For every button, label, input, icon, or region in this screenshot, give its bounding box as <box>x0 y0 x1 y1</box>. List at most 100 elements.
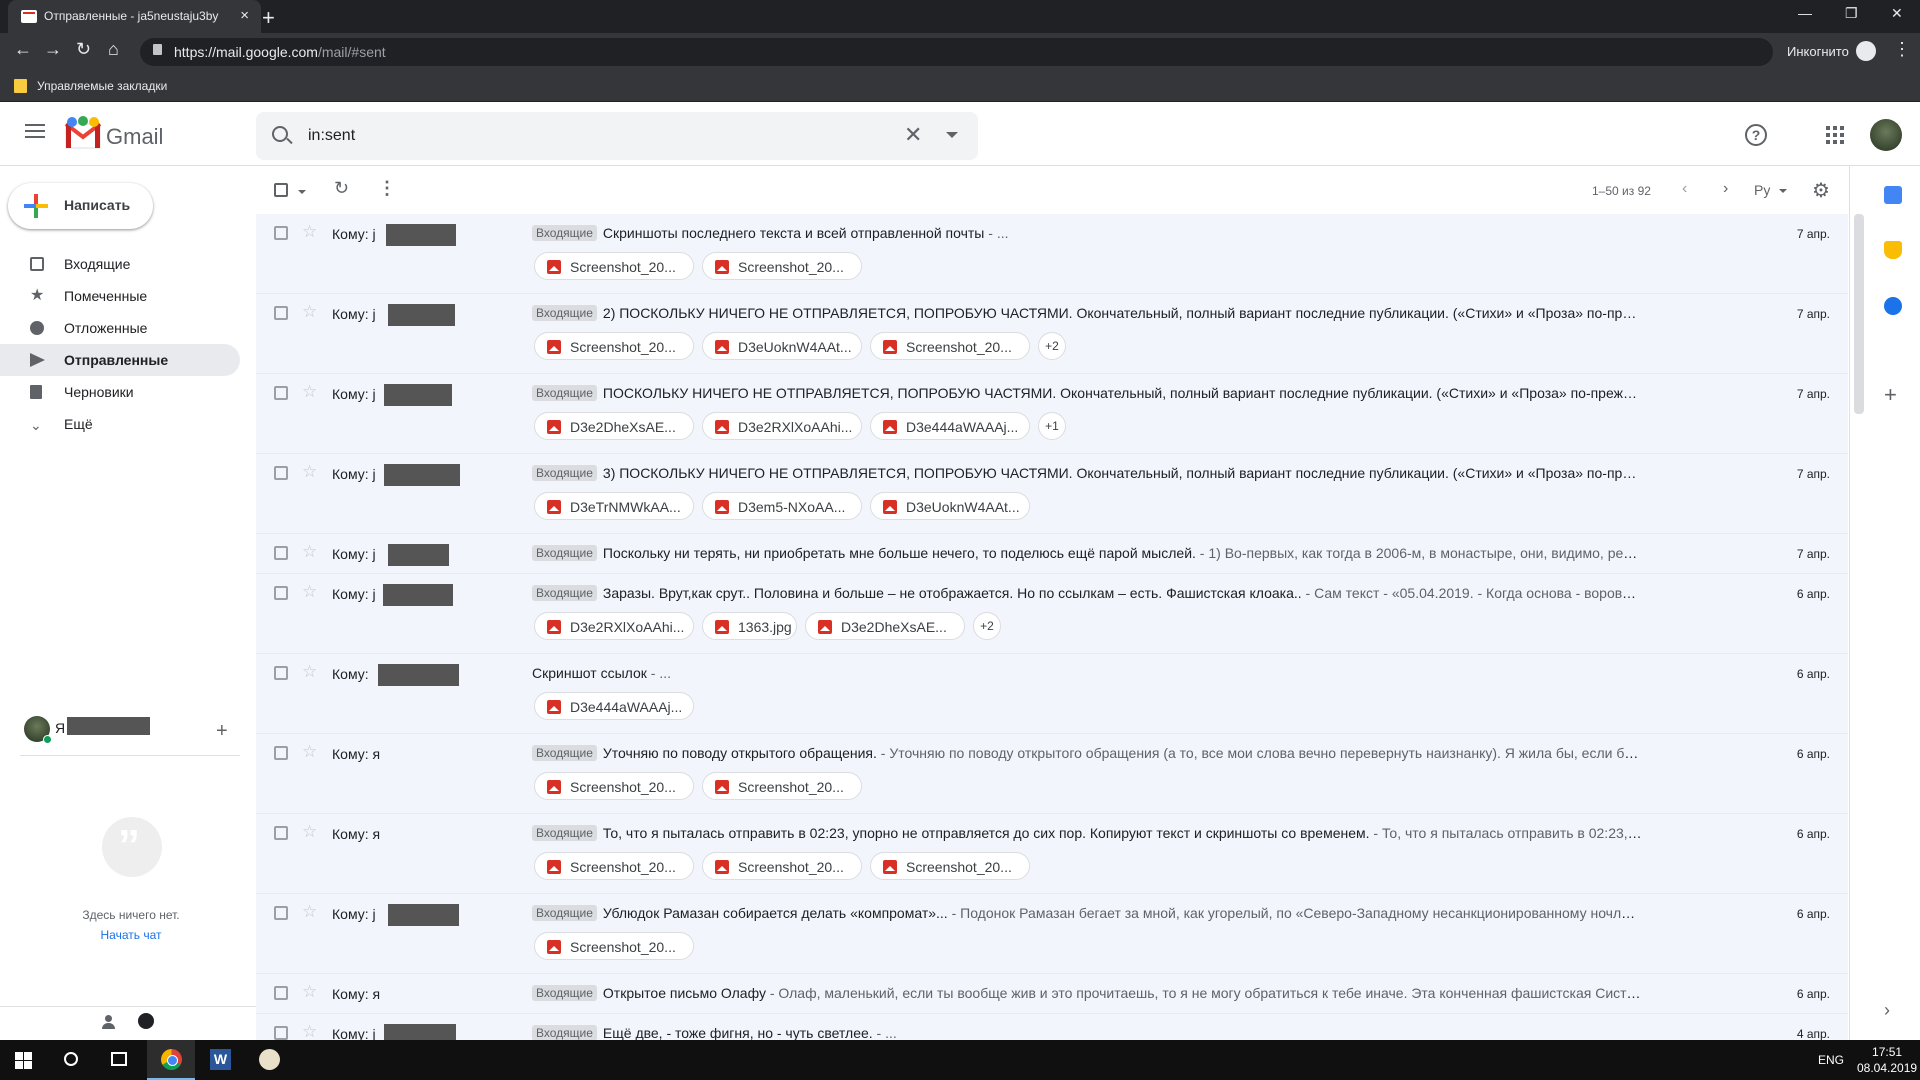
attachment-chip[interactable]: Screenshot_20... <box>870 332 1030 360</box>
search-icon[interactable] <box>272 126 288 142</box>
task-view-icon[interactable] <box>111 1052 127 1066</box>
scrollbar[interactable] <box>1854 214 1864 414</box>
message-row[interactable]: ☆ Кому: j Входящие Ублюдок Рамазан собирает… <box>256 894 1848 974</box>
message-row[interactable]: ☆ Кому: j Входящие ПОСКОЛЬКУ НИЧЕГО НЕ ОТПР… <box>256 374 1848 454</box>
attachment-chip[interactable]: D3eUoknW4AAt... <box>702 332 862 360</box>
input-language-button[interactable]: Ру <box>1754 182 1770 198</box>
message-row[interactable]: ☆ Кому: j Входящие 2) ПОСКОЛЬКУ НИЧЕГО НЕ О… <box>256 294 1848 374</box>
hangouts-chat-icon[interactable] <box>138 1013 154 1029</box>
more-attachments-chip[interactable]: +1 <box>1038 412 1066 440</box>
keyboard-language[interactable]: ENG <box>1818 1053 1844 1067</box>
sidebar-item-sent[interactable]: Отправленные <box>0 344 240 376</box>
star-icon[interactable]: ☆ <box>302 542 317 562</box>
new-tab-button[interactable]: + <box>262 5 275 31</box>
row-checkbox[interactable] <box>274 386 288 400</box>
star-icon[interactable]: ☆ <box>302 822 317 842</box>
url-text[interactable]: https://mail.google.com/mail/#sent <box>174 44 386 60</box>
row-checkbox[interactable] <box>274 986 288 1000</box>
refresh-icon[interactable]: ↻ <box>334 178 349 199</box>
attachment-chip[interactable]: Screenshot_20... <box>534 252 694 280</box>
more-options-icon[interactable]: ⋮ <box>378 178 396 199</box>
browser-menu-icon[interactable]: ⋮ <box>1893 39 1911 60</box>
row-checkbox[interactable] <box>274 306 288 320</box>
clear-search-icon[interactable]: ✕ <box>904 122 922 148</box>
attachment-chip[interactable]: D3eTrNMWkAA... <box>534 492 694 520</box>
message-row[interactable]: ☆ Кому: j Входящие 3) ПОСКОЛЬКУ НИЧЕГО НЕ О… <box>256 454 1848 534</box>
message-row[interactable]: ☆ Кому: j Входящие Ещё две, - тоже фигня, н… <box>256 1014 1848 1040</box>
star-icon[interactable]: ☆ <box>302 1022 317 1040</box>
main-menu-icon[interactable] <box>25 124 45 138</box>
reload-icon[interactable]: ↻ <box>76 39 91 60</box>
attachment-chip[interactable]: D3e2RXlXoAAhi... <box>534 612 694 640</box>
search-bar[interactable]: in:sent ✕ <box>256 112 978 160</box>
label-badge[interactable]: Входящие <box>532 385 597 401</box>
start-chat-link[interactable]: Начать чат <box>0 928 262 942</box>
tab-close-icon[interactable]: × <box>240 7 249 24</box>
sidebar-item-inbox[interactable]: Входящие <box>0 248 240 280</box>
sidebar-item-starred[interactable]: ★ Помеченные <box>0 280 240 312</box>
row-checkbox[interactable] <box>274 466 288 480</box>
label-badge[interactable]: Входящие <box>532 825 597 841</box>
star-icon[interactable]: ☆ <box>302 982 317 1002</box>
row-checkbox[interactable] <box>274 1026 288 1040</box>
chevron-left-icon[interactable]: ‹ <box>1682 180 1687 198</box>
star-icon[interactable]: ☆ <box>302 902 317 922</box>
label-badge[interactable]: Входящие <box>532 985 597 1001</box>
search-options-icon[interactable] <box>946 132 958 138</box>
attachment-chip[interactable]: Screenshot_20... <box>702 252 862 280</box>
select-dropdown-icon[interactable] <box>298 190 306 194</box>
browser-tab[interactable]: Отправленные - ja5neustaju3by × <box>8 0 261 33</box>
help-icon[interactable]: ? <box>1745 124 1767 146</box>
home-icon[interactable]: ⌂ <box>108 39 119 60</box>
message-row[interactable]: ☆ Кому: j Входящие Скриншоты последнего тек… <box>256 214 1848 294</box>
star-icon[interactable]: ☆ <box>302 462 317 482</box>
windows-start-icon[interactable] <box>15 1052 32 1069</box>
address-bar[interactable]: https://mail.google.com/mail/#sent <box>140 38 1773 66</box>
contacts-icon[interactable] <box>102 1015 115 1029</box>
new-conversation-icon[interactable]: + <box>216 720 228 743</box>
row-checkbox[interactable] <box>274 226 288 240</box>
keep-icon[interactable] <box>1884 241 1902 259</box>
attachment-chip[interactable]: D3e444aWAAAj... <box>534 692 694 720</box>
star-icon[interactable]: ☆ <box>302 662 317 682</box>
row-checkbox[interactable] <box>274 586 288 600</box>
label-badge[interactable]: Входящие <box>532 225 597 241</box>
attachment-chip[interactable]: 1363.jpg <box>702 612 797 640</box>
attachment-chip[interactable]: Screenshot_20... <box>870 852 1030 880</box>
message-row[interactable]: ☆ Кому: j Входящие Поскольку ни терять, ни … <box>256 534 1848 574</box>
attachment-chip[interactable]: Screenshot_20... <box>534 332 694 360</box>
attachment-chip[interactable]: D3e2DheXsAE... <box>534 412 694 440</box>
account-avatar[interactable] <box>1870 119 1902 151</box>
forward-arrow-icon[interactable]: → <box>44 39 62 60</box>
star-icon[interactable]: ☆ <box>302 742 317 762</box>
star-icon[interactable]: ☆ <box>302 582 317 602</box>
row-checkbox[interactable] <box>274 826 288 840</box>
message-row[interactable]: ☆ Кому: Скриншот ссылок - ... 6 апр. D3e444a… <box>256 654 1848 734</box>
restore-button[interactable]: ❐ <box>1845 5 1858 22</box>
attachment-chip[interactable]: D3e2RXlXoAAhi... <box>702 412 862 440</box>
sidebar-item-more[interactable]: ⌄ Ещё <box>0 408 240 440</box>
taskbar-word[interactable]: W <box>196 1040 244 1080</box>
close-window-button[interactable]: ✕ <box>1891 5 1903 22</box>
message-row[interactable]: ☆ Кому: j Входящие Заразы. Врут,как срут.. … <box>256 574 1848 654</box>
message-row[interactable]: ☆ Кому: я Входящие То, что я пыталась отпра… <box>256 814 1848 894</box>
taskbar-paint[interactable] <box>245 1040 293 1080</box>
incognito-icon[interactable] <box>1856 41 1876 61</box>
message-row[interactable]: ☆ Кому: я Входящие Открытое письмо Олафу - … <box>256 974 1848 1014</box>
taskbar-chrome[interactable] <box>147 1040 195 1080</box>
star-icon[interactable]: ☆ <box>302 382 317 402</box>
tasks-icon[interactable] <box>1884 297 1902 315</box>
attachment-chip[interactable]: Screenshot_20... <box>702 852 862 880</box>
label-badge[interactable]: Входящие <box>532 305 597 321</box>
attachment-chip[interactable]: Screenshot_20... <box>534 852 694 880</box>
add-addon-icon[interactable]: + <box>1884 382 1902 407</box>
label-badge[interactable]: Входящие <box>532 745 597 761</box>
attachment-chip[interactable]: D3e444aWAAAj... <box>870 412 1030 440</box>
attachment-chip[interactable]: D3e2DheXsAE... <box>805 612 965 640</box>
row-checkbox[interactable] <box>274 546 288 560</box>
attachment-chip[interactable]: Screenshot_20... <box>702 772 862 800</box>
label-badge[interactable]: Входящие <box>532 465 597 481</box>
language-dropdown-icon[interactable] <box>1779 189 1787 193</box>
star-icon[interactable]: ☆ <box>302 222 317 242</box>
attachment-chip[interactable]: Screenshot_20... <box>534 772 694 800</box>
